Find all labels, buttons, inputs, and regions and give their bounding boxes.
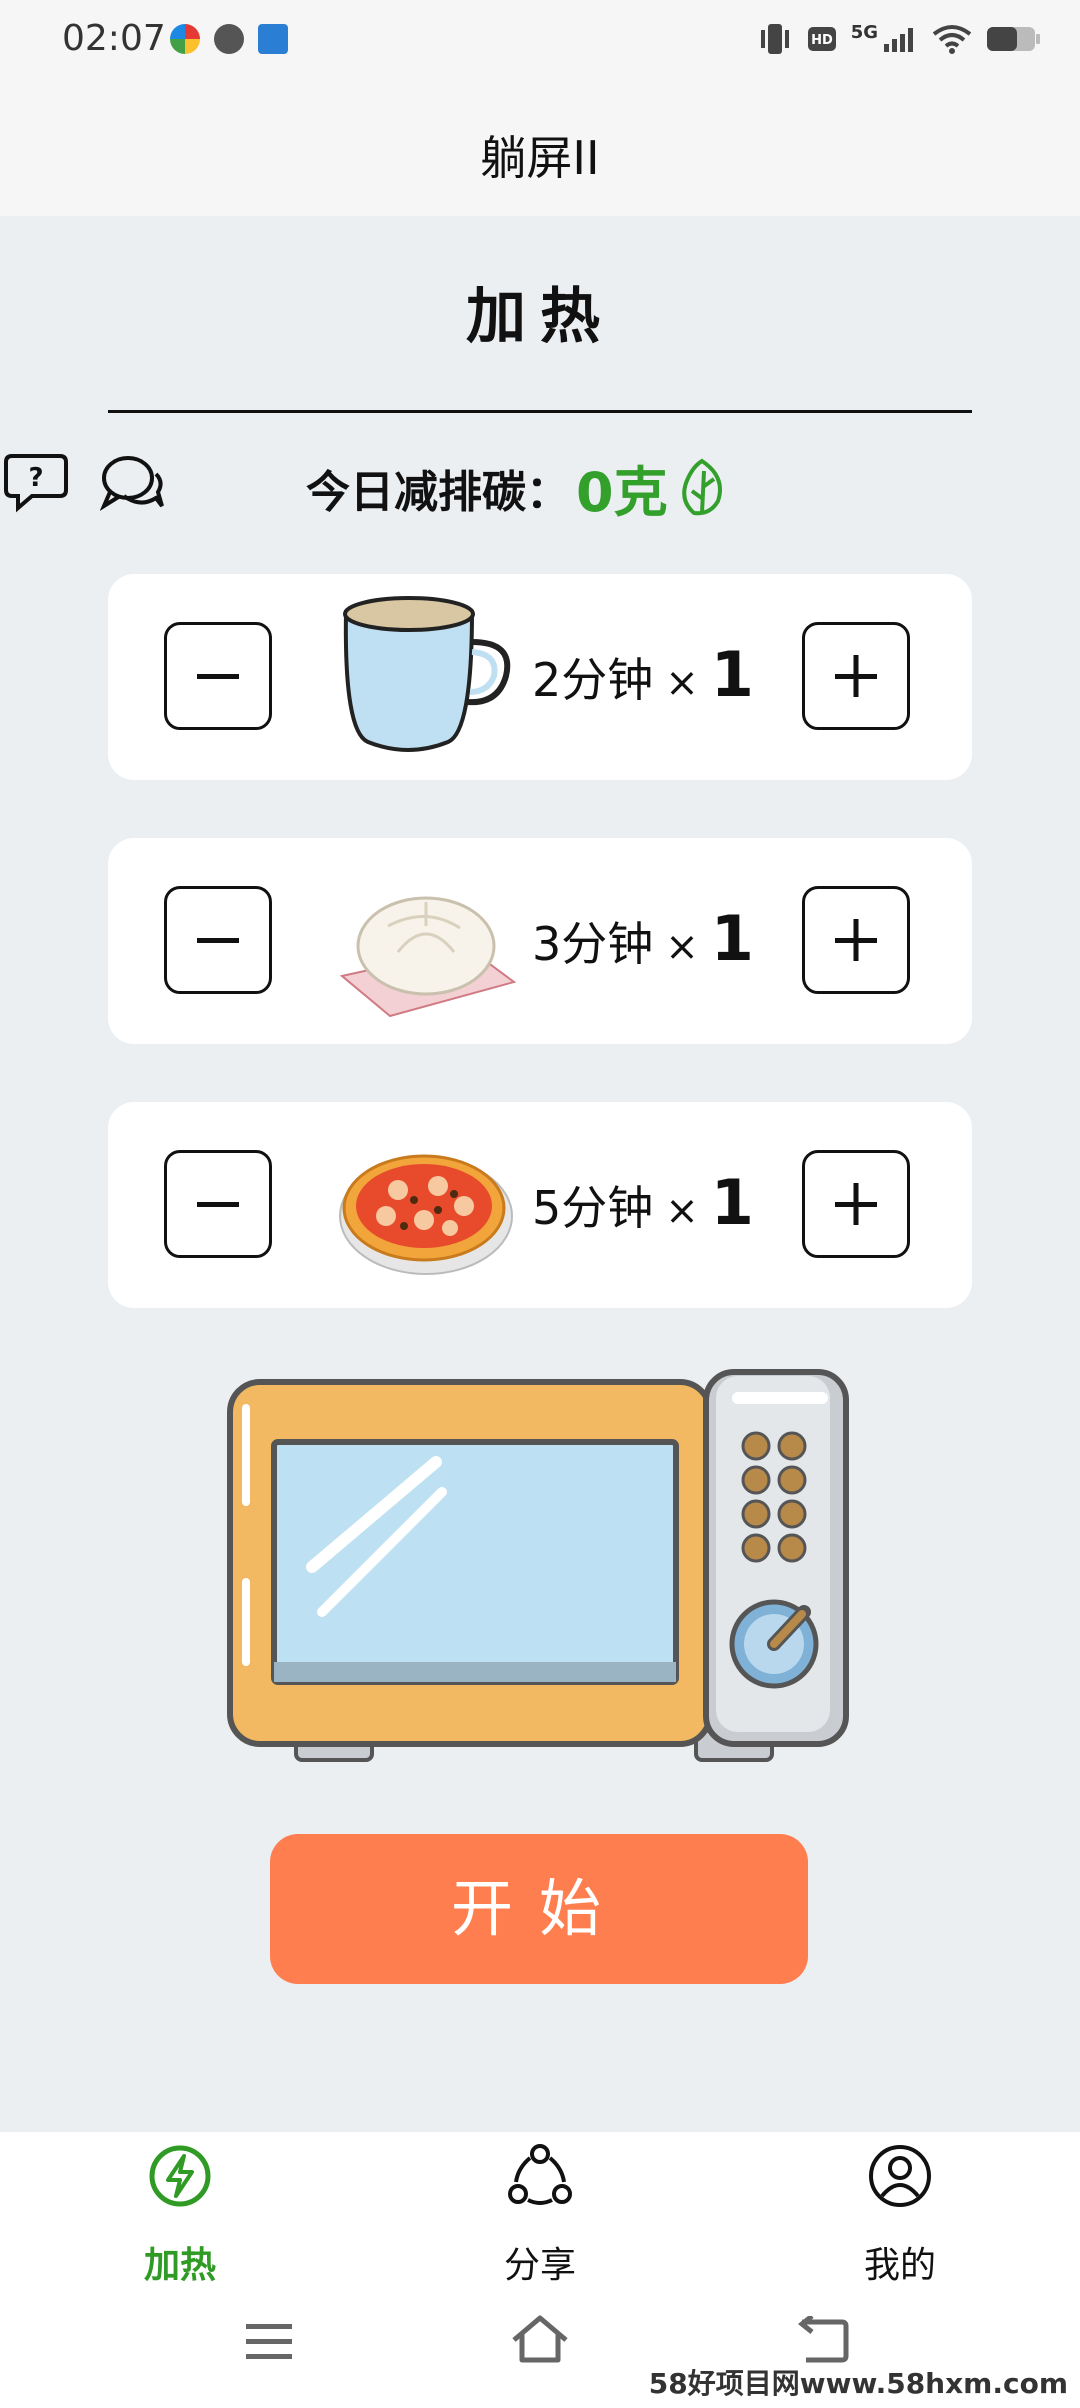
plus-icon xyxy=(835,919,877,961)
user-icon xyxy=(869,2145,931,2207)
heating-time: 5分钟 xyxy=(532,1181,654,1235)
heating-time: 3分钟 xyxy=(532,917,654,971)
divider xyxy=(108,410,972,413)
plus-icon xyxy=(835,655,877,697)
multiply-sign: × xyxy=(665,924,699,970)
page-title: 加热 xyxy=(466,282,614,352)
heating-time: 2分钟 xyxy=(532,653,654,707)
carbon-value: 0克 xyxy=(576,461,668,524)
chat-icon[interactable] xyxy=(100,452,166,514)
leaf-icon xyxy=(681,458,722,515)
network-label: 5G xyxy=(850,21,878,43)
lightning-icon xyxy=(149,2145,211,2207)
wifi-icon xyxy=(932,25,972,54)
tab-share[interactable]: 分享 xyxy=(430,2144,650,2304)
minus-icon xyxy=(197,938,239,943)
start-button[interactable]: 开始 xyxy=(270,1834,808,1984)
food-card-pizza: 5分钟 × 1 xyxy=(108,1102,972,1308)
decrease-button[interactable] xyxy=(164,886,272,994)
status-right: HD 5G xyxy=(757,22,1040,56)
tab-heat[interactable]: 加热 xyxy=(70,2144,290,2304)
quantity: 1 xyxy=(710,902,754,975)
decrease-button[interactable] xyxy=(164,1150,272,1258)
heating-info: 3分钟 × 1 xyxy=(532,902,754,975)
heating-info: 2分钟 × 1 xyxy=(532,638,754,711)
menu-icon[interactable] xyxy=(244,2320,294,2364)
quantity: 1 xyxy=(710,638,754,711)
battery-icon xyxy=(987,27,1040,51)
check-notification-icon xyxy=(214,24,244,54)
decrease-button[interactable] xyxy=(164,622,272,730)
bun-icon xyxy=(339,896,517,1018)
food-card-bun: 3分钟 × 1 xyxy=(108,838,972,1044)
carbon-saving: 今日减排碳： 0克 xyxy=(306,448,730,527)
heating-info: 5分钟 × 1 xyxy=(532,1166,754,1239)
svg-text:HD: HD xyxy=(811,33,833,48)
app-header: 躺屏II xyxy=(0,84,1080,216)
home-icon[interactable] xyxy=(510,2314,570,2364)
tab-label: 分享 xyxy=(503,2245,576,2286)
vibrate-icon xyxy=(760,24,789,54)
share-icon xyxy=(508,2144,572,2205)
carbon-label: 今日减排碳： xyxy=(306,466,570,518)
pizza-icon xyxy=(339,1154,513,1275)
minus-icon xyxy=(197,1202,239,1207)
notification-icons xyxy=(170,24,288,54)
plus-icon xyxy=(835,1183,877,1225)
hd-icon: HD xyxy=(807,27,836,51)
increase-button[interactable] xyxy=(802,622,910,730)
food-card-cup: 2分钟 × 1 xyxy=(108,574,972,780)
watermark: 58好项目网www.58hxm.com xyxy=(648,2367,1068,2400)
image-notification-icon xyxy=(258,24,288,54)
multiply-sign: × xyxy=(665,660,699,706)
microwave-illustration xyxy=(227,1369,849,1762)
signal-icon xyxy=(884,28,913,52)
status-time: 02:07 xyxy=(62,18,166,59)
help-icon[interactable]: ? xyxy=(4,450,68,514)
app-notification-icon xyxy=(170,24,200,54)
app-title: 躺屏II xyxy=(480,131,600,185)
quantity: 1 xyxy=(710,1166,754,1239)
tab-label: 我的 xyxy=(863,2245,936,2286)
svg-text:?: ? xyxy=(28,463,43,493)
status-bar: 02:07 HD 5G xyxy=(0,0,1080,84)
back-icon[interactable] xyxy=(798,2316,850,2364)
tab-label: 加热 xyxy=(143,2245,216,2286)
tab-mine[interactable]: 我的 xyxy=(790,2144,1010,2304)
multiply-sign: × xyxy=(665,1188,699,1234)
increase-button[interactable] xyxy=(802,1150,910,1258)
minus-icon xyxy=(197,674,239,679)
increase-button[interactable] xyxy=(802,886,910,994)
cup-icon xyxy=(343,596,511,752)
